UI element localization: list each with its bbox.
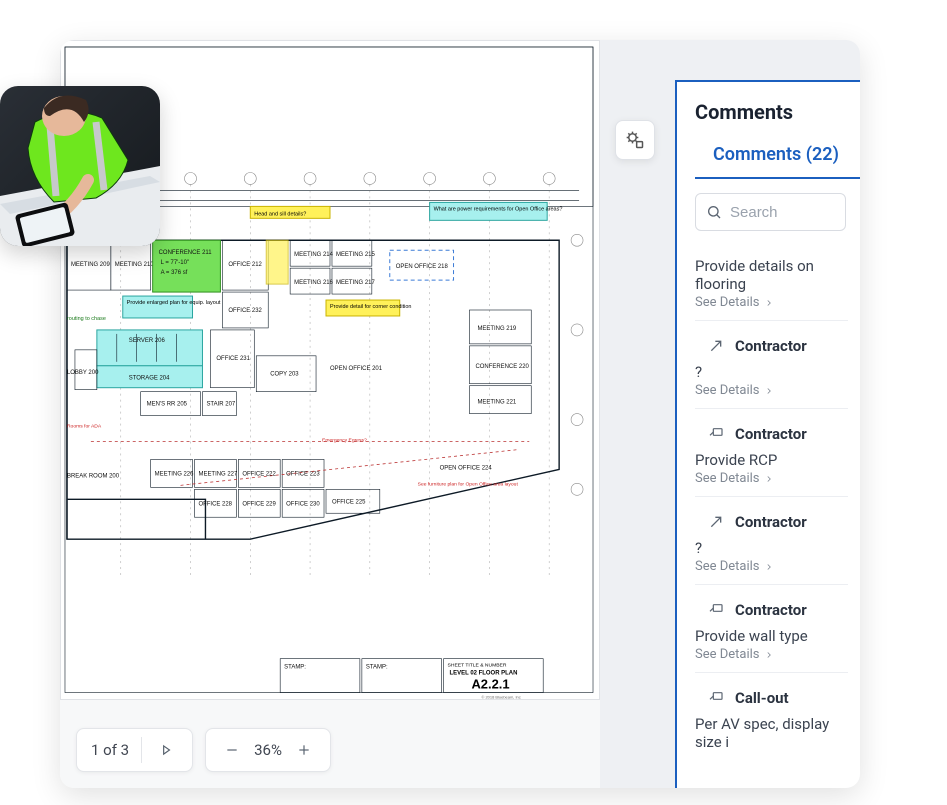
svg-text:Rooms for ADA: Rooms for ADA bbox=[67, 424, 102, 430]
svg-text:MEN'S RR 205: MEN'S RR 205 bbox=[147, 402, 188, 408]
svg-text:MEETING 210: MEETING 210 bbox=[115, 262, 154, 268]
svg-text:OFFICE 229: OFFICE 229 bbox=[242, 501, 276, 507]
see-details-link[interactable]: See Details bbox=[695, 559, 848, 574]
see-details-link[interactable]: See Details bbox=[695, 647, 848, 662]
comment-item[interactable]: Contractor ? See Details bbox=[695, 321, 848, 409]
svg-text:STAMP:: STAMP: bbox=[366, 665, 388, 671]
comments-search[interactable] bbox=[695, 193, 846, 231]
gear-icon bbox=[625, 130, 645, 150]
comment-item[interactable]: Contractor Provide wall type See Details bbox=[695, 585, 848, 673]
comment-author: Contractor bbox=[735, 513, 807, 531]
chevron-right-icon bbox=[764, 650, 774, 660]
tab-comments[interactable]: Comments (22) bbox=[695, 136, 860, 179]
search-icon bbox=[706, 203, 722, 221]
comment-author: Contractor bbox=[735, 425, 807, 443]
chevron-right-icon bbox=[764, 562, 774, 572]
svg-text:STAIR 207: STAIR 207 bbox=[206, 402, 235, 408]
zoom-pill: 36% bbox=[205, 728, 331, 772]
comment-body: Per AV spec, display size i bbox=[695, 715, 848, 751]
svg-text:OPEN OFFICE 218: OPEN OFFICE 218 bbox=[396, 264, 449, 270]
svg-text:MEETING 209: MEETING 209 bbox=[71, 262, 110, 268]
comment-body: ? bbox=[695, 363, 848, 381]
comments-list[interactable]: Provide details on flooring See Details … bbox=[695, 243, 860, 788]
page-indicator: 1 of 3 bbox=[91, 741, 129, 759]
panel-settings-button[interactable] bbox=[615, 120, 655, 160]
svg-text:OFFICE 222: OFFICE 222 bbox=[242, 471, 276, 477]
svg-text:BREAK ROOM 200: BREAK ROOM 200 bbox=[67, 473, 120, 479]
svg-text:MEETING 214: MEETING 214 bbox=[294, 252, 333, 258]
comment-body: Provide wall type bbox=[695, 627, 848, 645]
svg-text:Provide detail for corner cond: Provide detail for corner condition bbox=[330, 304, 411, 310]
svg-text:MEETING 221: MEETING 221 bbox=[477, 400, 516, 406]
app-card: .wL{stroke:#0d1a26;stroke-width:1.4;fill… bbox=[60, 40, 860, 788]
callout-icon bbox=[707, 425, 725, 443]
svg-text:A = 376 sf: A = 376 sf bbox=[161, 270, 188, 276]
arrow-icon bbox=[707, 337, 725, 355]
svg-text:A2.2.1: A2.2.1 bbox=[471, 677, 509, 692]
comment-body: ? bbox=[695, 539, 848, 557]
svg-text:MEETING 226: MEETING 226 bbox=[155, 471, 194, 477]
svg-text:STORAGE 204: STORAGE 204 bbox=[129, 376, 170, 382]
inset-photo bbox=[0, 86, 160, 246]
callout-icon bbox=[707, 601, 725, 619]
comments-title: Comments bbox=[695, 100, 860, 124]
chevron-right-icon bbox=[764, 386, 774, 396]
svg-text:OFFICE 232: OFFICE 232 bbox=[228, 308, 262, 314]
comment-item[interactable]: Contractor Provide RCP See Details bbox=[695, 409, 848, 497]
next-page-button[interactable] bbox=[154, 738, 178, 762]
svg-text:What are power requirements fo: What are power requirements for Open Off… bbox=[434, 206, 563, 212]
see-details-link[interactable]: See Details bbox=[695, 295, 848, 310]
svg-text:COPY 203: COPY 203 bbox=[270, 372, 299, 378]
svg-text:OPEN OFFICE 201: OPEN OFFICE 201 bbox=[330, 366, 383, 372]
svg-text:MEETING 217: MEETING 217 bbox=[336, 280, 375, 286]
comment-item[interactable]: Contractor ? See Details bbox=[695, 497, 848, 585]
svg-text:MEETING 216: MEETING 216 bbox=[294, 280, 333, 286]
svg-text:CONFERENCE 211: CONFERENCE 211 bbox=[159, 250, 213, 256]
comment-body: Provide RCP bbox=[695, 451, 848, 469]
svg-text:SHEET TITLE & NUMBER: SHEET TITLE & NUMBER bbox=[448, 663, 507, 669]
svg-text:MEETING 227: MEETING 227 bbox=[198, 471, 237, 477]
see-details-link[interactable]: See Details bbox=[695, 471, 848, 486]
svg-text:OFFICE 223: OFFICE 223 bbox=[286, 471, 320, 477]
comment-item[interactable]: Call-out Per AV spec, display size i bbox=[695, 673, 848, 751]
svg-text:OFFICE 231: OFFICE 231 bbox=[216, 356, 250, 362]
svg-text:OFFICE 230: OFFICE 230 bbox=[286, 501, 320, 507]
svg-text:STAMP:: STAMP: bbox=[284, 665, 306, 671]
comment-item[interactable]: Provide details on flooring See Details bbox=[695, 243, 848, 321]
svg-text:OFFICE 212: OFFICE 212 bbox=[228, 262, 262, 268]
viewer-controls: 1 of 3 36% bbox=[76, 728, 331, 772]
svg-text:OFFICE 228: OFFICE 228 bbox=[198, 501, 232, 507]
svg-text:Head and sill details?: Head and sill details? bbox=[254, 211, 306, 217]
comment-author: Call-out bbox=[735, 689, 789, 707]
svg-text:© 2018 Bluebeam, Inc: © 2018 Bluebeam, Inc bbox=[481, 695, 520, 699]
comment-author: Contractor bbox=[735, 337, 807, 355]
svg-text:Emergency Egress?: Emergency Egress? bbox=[322, 438, 367, 444]
callout-icon bbox=[707, 689, 725, 707]
chevron-right-icon bbox=[764, 298, 774, 308]
see-details-link[interactable]: See Details bbox=[695, 383, 848, 398]
comments-panel: Comments Comments (22) Provide details o… bbox=[675, 80, 860, 788]
svg-text:Provide enlarged plan for equi: Provide enlarged plan for equip. layout bbox=[127, 300, 221, 306]
zoom-level: 36% bbox=[254, 741, 282, 759]
arrow-icon bbox=[707, 513, 725, 531]
search-input[interactable] bbox=[730, 204, 860, 221]
svg-text:LOBBY 200: LOBBY 200 bbox=[67, 370, 99, 376]
svg-text:CONFERENCE 220: CONFERENCE 220 bbox=[475, 364, 529, 370]
zoom-in-button[interactable] bbox=[292, 738, 316, 762]
svg-text:SERVER 206: SERVER 206 bbox=[129, 338, 166, 344]
zoom-out-button[interactable] bbox=[220, 738, 244, 762]
chevron-right-icon bbox=[764, 474, 774, 484]
svg-text:routing to chase: routing to chase bbox=[67, 316, 106, 322]
svg-text:OPEN OFFICE 224: OPEN OFFICE 224 bbox=[440, 465, 493, 471]
svg-text:L = 77'-10": L = 77'-10" bbox=[161, 260, 189, 266]
comment-author: Contractor bbox=[735, 601, 807, 619]
svg-text:See furniture plan for Open Of: See furniture plan for Open Office area … bbox=[418, 481, 519, 487]
svg-text:MEETING 219: MEETING 219 bbox=[477, 326, 516, 332]
svg-text:OFFICE 225: OFFICE 225 bbox=[332, 499, 366, 505]
svg-text:MEETING 215: MEETING 215 bbox=[336, 252, 375, 258]
comment-body: Provide details on flooring bbox=[695, 257, 848, 293]
page-indicator-pill: 1 of 3 bbox=[76, 728, 193, 772]
